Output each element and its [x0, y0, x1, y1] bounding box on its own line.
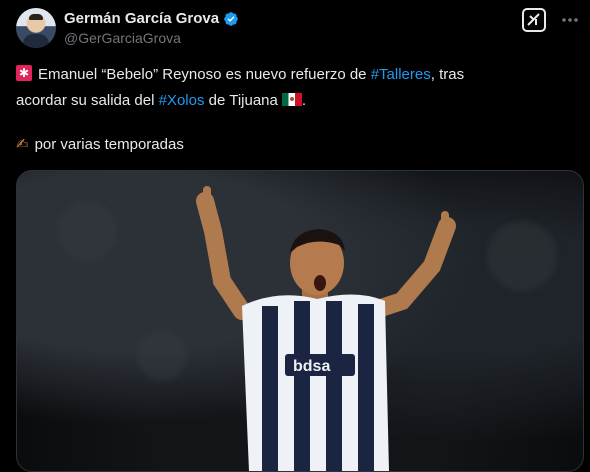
- display-name[interactable]: Germán García Grova: [64, 10, 219, 27]
- hashtag-xolos[interactable]: #Xolos: [159, 92, 205, 109]
- writing-hand-icon: ✍: [16, 136, 29, 153]
- tweet-text-segment: , tras: [430, 66, 465, 83]
- hashtag-talleres[interactable]: #Talleres: [371, 66, 431, 83]
- tweet-text-segment: por varias temporadas: [34, 136, 184, 153]
- more-options-icon[interactable]: [560, 10, 580, 30]
- avatar[interactable]: [16, 8, 56, 48]
- tweet-text-segment: Emanuel “Bebelo” Reynoso es nuevo refuer…: [38, 66, 371, 83]
- avatar-suit: [23, 34, 49, 48]
- tweet-header: Germán García Grova @GerGarciaGrova: [16, 8, 580, 48]
- grok-icon[interactable]: [522, 8, 546, 32]
- rotating-light-icon: [16, 65, 32, 81]
- name-row: Germán García Grova: [64, 10, 239, 27]
- player-illustration: bdsa: [196, 186, 456, 471]
- tweet-line-1: Emanuel “Bebelo” Reynoso es nuevo refuer…: [16, 62, 576, 88]
- tweet-line-2: acordar su salida del #Xolos de Tijuana.: [16, 88, 576, 114]
- tweet-text: Emanuel “Bebelo” Reynoso es nuevo refuer…: [16, 62, 576, 158]
- tweet-media-image[interactable]: bdsa: [16, 170, 584, 472]
- tweet-text-segment: acordar su salida del: [16, 92, 159, 109]
- tweet-text-segment: .: [301, 92, 307, 109]
- svg-text:bdsa: bdsa: [293, 358, 330, 375]
- mexico-flag-icon: [281, 93, 302, 106]
- tweet-text-segment: de Tijuana: [204, 92, 278, 109]
- tweet-line-3: ✍ por varias temporadas: [16, 132, 576, 158]
- avatar-hair: [29, 14, 43, 20]
- user-handle[interactable]: @GerGarciaGrova: [64, 30, 181, 46]
- verified-badge-icon: [224, 11, 238, 26]
